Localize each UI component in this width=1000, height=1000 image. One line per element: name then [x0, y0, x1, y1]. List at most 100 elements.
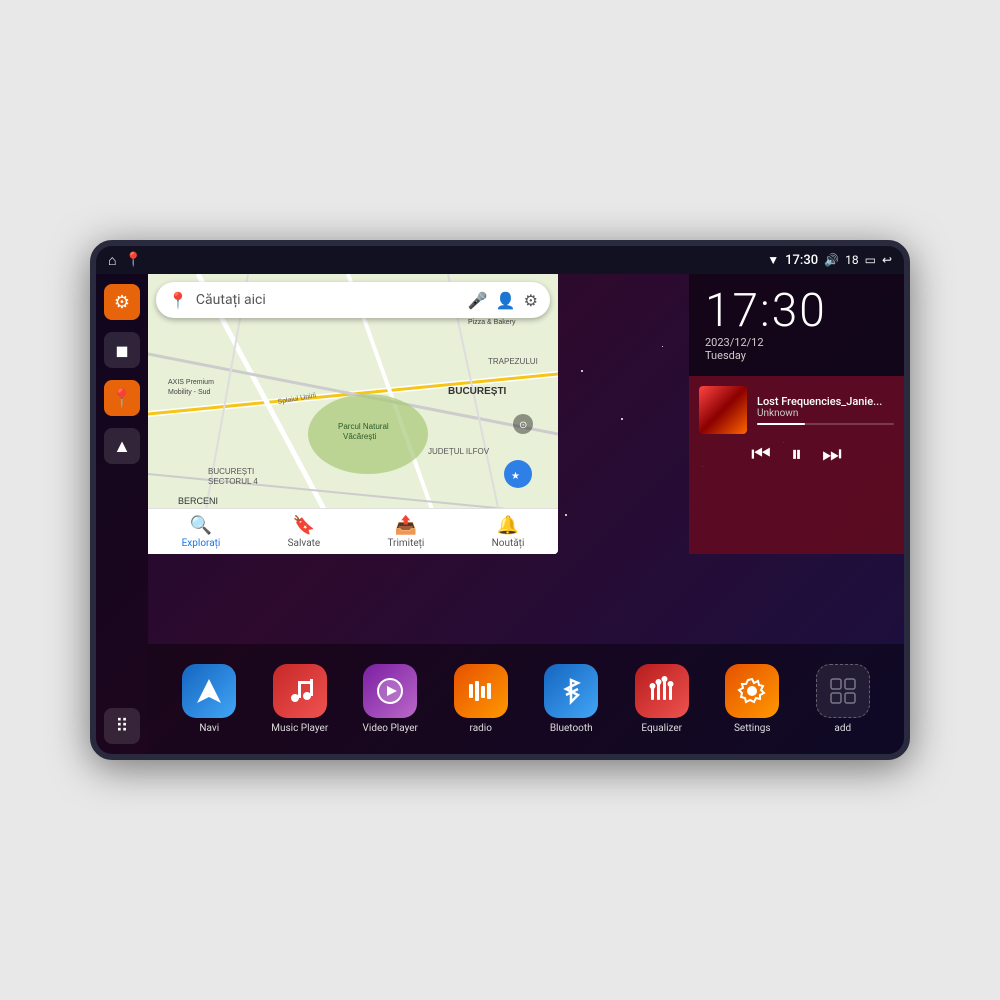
status-right-info: ▼ 17:30 🔊 18 ▭ ↩ — [767, 253, 892, 268]
music-panel: Lost Frequencies_Janie... Unknown ⏮ ⏸ ⏭ — [689, 376, 904, 554]
add-icon — [816, 664, 870, 718]
sidebar-map-btn[interactable]: 📍 — [104, 380, 140, 416]
battery-level: 18 — [845, 253, 859, 267]
car-head-unit: ⌂ 📍 ▼ 17:30 🔊 18 ▭ ↩ ⚙ — [90, 240, 910, 760]
app-music-player[interactable]: Music Player — [260, 664, 340, 734]
radio-icon — [454, 664, 508, 718]
menu-icon[interactable]: ⚙ — [524, 291, 538, 310]
map-icon[interactable]: 📍 — [124, 252, 141, 268]
music-progress-fill — [757, 423, 805, 425]
map-container[interactable]: Parcul Natural Văcărești BUCUREȘTI JUDEȚ… — [148, 274, 558, 554]
svg-text:Parcul Natural: Parcul Natural — [338, 422, 389, 431]
music-player-label: Music Player — [271, 723, 328, 734]
saved-label: Salvate — [288, 538, 321, 549]
volume-icon: 🔊 — [824, 253, 839, 267]
google-maps-icon: 📍 — [168, 291, 188, 310]
map-search-right-icons: 🎤 👤 ⚙ — [468, 291, 538, 310]
next-track-button[interactable]: ⏭ — [822, 442, 842, 467]
bluetooth-icon — [544, 664, 598, 718]
app-add[interactable]: add — [803, 664, 883, 734]
app-bluetooth[interactable]: Bluetooth — [531, 664, 611, 734]
app-equalizer[interactable]: Equalizer — [622, 664, 702, 734]
settings-app-icon — [725, 664, 779, 718]
svg-text:★: ★ — [511, 471, 520, 482]
wifi-icon: ▼ — [767, 253, 779, 267]
explore-label: Explorați — [182, 538, 221, 549]
settings-icon: ⚙ — [114, 292, 130, 313]
files-icon: ◼ — [115, 341, 128, 360]
pause-button[interactable]: ⏸ — [791, 442, 802, 467]
video-player-icon — [363, 664, 417, 718]
home-icon[interactable]: ⌂ — [108, 252, 116, 269]
back-icon[interactable]: ↩ — [882, 253, 892, 267]
map-search-placeholder[interactable]: Căutați aici — [196, 292, 460, 308]
radio-label: radio — [470, 723, 492, 734]
clock-day-value: Tuesday — [705, 349, 746, 362]
svg-text:AXIS Premium: AXIS Premium — [168, 379, 214, 386]
navi-label: Navi — [199, 723, 219, 734]
bluetooth-label: Bluetooth — [550, 723, 593, 734]
map-nav-share[interactable]: 📤 Trimiteți — [387, 515, 424, 549]
app-settings[interactable]: Settings — [712, 664, 792, 734]
battery-icon: ▭ — [865, 253, 876, 267]
news-label: Noutăți — [492, 538, 525, 549]
explore-icon: 🔍 — [190, 515, 212, 536]
svg-text:Văcărești: Văcărești — [343, 432, 377, 441]
settings-label: Settings — [734, 723, 771, 734]
equalizer-icon — [635, 664, 689, 718]
sidebar-apps-btn[interactable]: ⠿ — [104, 708, 140, 744]
share-label: Trimiteți — [387, 538, 424, 549]
grid-icon: ⠿ — [115, 716, 128, 737]
left-sidebar: ⚙ ◼ 📍 ▲ ⠿ — [96, 274, 148, 754]
clock-panel: 17:30 2023/12/12 Tuesday — [689, 274, 904, 376]
video-player-label: Video Player — [363, 723, 418, 734]
status-left-icons: ⌂ 📍 — [108, 252, 142, 269]
svg-text:Pizza & Bakery: Pizza & Bakery — [468, 319, 516, 326]
svg-text:JUDEȚUL ILFOV: JUDEȚUL ILFOV — [428, 447, 490, 456]
map-nav-explore[interactable]: 🔍 Explorați — [182, 515, 221, 549]
music-progress-track[interactable] — [757, 423, 894, 425]
music-controls: ⏮ ⏸ ⏭ — [699, 442, 894, 467]
news-icon: 🔔 — [497, 515, 519, 536]
svg-text:SECTORUL 4: SECTORUL 4 — [208, 477, 258, 486]
main-area: ⚙ ◼ 📍 ▲ ⠿ — [96, 274, 904, 754]
music-info: Lost Frequencies_Janie... Unknown — [699, 386, 894, 434]
equalizer-label: Equalizer — [641, 723, 682, 734]
prev-track-button[interactable]: ⏮ — [751, 442, 771, 467]
navi-icon — [182, 664, 236, 718]
app-navi[interactable]: Navi — [169, 664, 249, 734]
music-text: Lost Frequencies_Janie... Unknown — [757, 395, 894, 425]
clock-time: 17:30 — [705, 288, 827, 334]
clock-date: 2023/12/12 Tuesday — [705, 336, 764, 362]
sidebar-settings-btn[interactable]: ⚙ — [104, 284, 140, 320]
map-search-bar[interactable]: 📍 Căutați aici 🎤 👤 ⚙ — [156, 282, 550, 318]
status-bar: ⌂ 📍 ▼ 17:30 🔊 18 ▭ ↩ — [96, 246, 904, 274]
svg-text:BUCUREȘTI: BUCUREȘTI — [208, 467, 254, 476]
account-icon[interactable]: 👤 — [496, 291, 516, 310]
svg-text:BERCENI: BERCENI — [178, 496, 218, 506]
right-panel: 17:30 2023/12/12 Tuesday Lost Freq — [689, 274, 904, 554]
map-pin-icon: 📍 — [111, 388, 133, 409]
map-nav-news[interactable]: 🔔 Noutăți — [492, 515, 525, 549]
app-video-player[interactable]: Video Player — [350, 664, 430, 734]
map-bottom-nav: 🔍 Explorați 🔖 Salvate 📤 Trimiteți 🔔 Nout… — [148, 508, 558, 554]
microphone-icon[interactable]: 🎤 — [468, 291, 488, 310]
music-player-icon — [273, 664, 327, 718]
album-art — [699, 386, 747, 434]
app-radio[interactable]: radio — [441, 664, 521, 734]
map-nav-saved[interactable]: 🔖 Salvate — [288, 515, 321, 549]
status-time: 17:30 — [785, 253, 818, 268]
add-label: add — [834, 723, 851, 734]
center-content: Parcul Natural Văcărești BUCUREȘTI JUDEȚ… — [148, 274, 904, 754]
music-title: Lost Frequencies_Janie... — [757, 395, 894, 408]
app-grid: Navi Music Player — [148, 644, 904, 754]
music-artist: Unknown — [757, 408, 894, 419]
svg-text:BUCUREȘTI: BUCUREȘTI — [448, 386, 507, 397]
share-icon: 📤 — [395, 515, 417, 536]
svg-text:⊙: ⊙ — [519, 420, 527, 431]
clock-date-value: 2023/12/12 — [705, 336, 764, 349]
saved-icon: 🔖 — [293, 515, 315, 536]
sidebar-nav-btn[interactable]: ▲ — [104, 428, 140, 464]
svg-text:TRAPEZULUI: TRAPEZULUI — [488, 357, 538, 366]
sidebar-files-btn[interactable]: ◼ — [104, 332, 140, 368]
